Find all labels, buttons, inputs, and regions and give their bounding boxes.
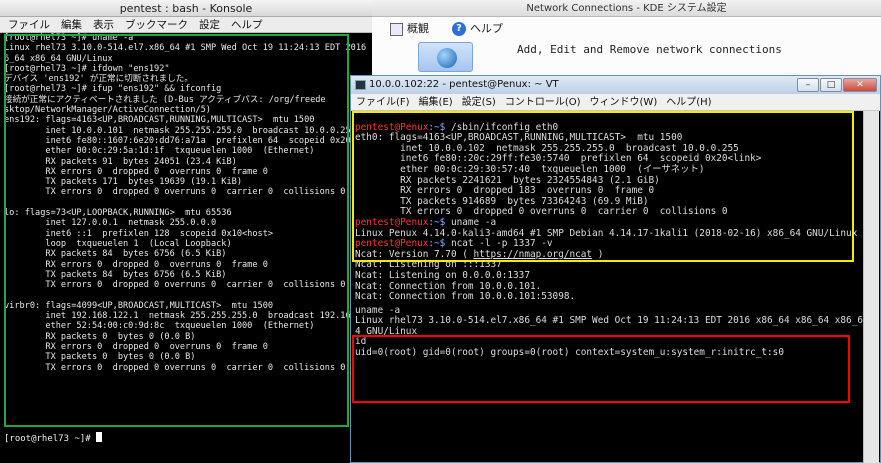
help-icon: ? [452,22,466,36]
network-category-item[interactable] [418,42,473,72]
terminal-app-icon [355,80,366,90]
vt-menu-item-2[interactable]: 設定(S) [462,97,496,108]
ncat-line: Ncat: Listening on 0.0.0.0:1337 [355,269,530,281]
minimize-button[interactable]: – [797,78,819,92]
help-button[interactable]: ? ヘルプ [452,20,503,38]
kde-page-heading: Add, Edit and Remove network connections [517,43,782,56]
ncat-line: Ncat: Connection from 10.0.0.101:53098. [355,291,576,303]
konsole-window[interactable]: pentest : bash - Konsole ファイル 編集 表示 ブックマーク設… [0,0,372,463]
green-highlight-box [4,34,349,427]
vt-menubar: ファイル(F) 編集(E) 設定(S) コントロール(O) ウィンドウ(W) ヘルプ(H) [351,94,880,111]
vt-menu-item-1[interactable]: 編集(E) [419,97,453,108]
overview-button[interactable]: 概観 [390,20,429,38]
konsole-prompt-line[interactable]: [root@rhel73 ~]# [4,432,103,444]
konsole-menubar: ファイル 編集 表示 ブックマーク 設定 ヘルプ [0,17,372,33]
text-cursor [96,432,103,442]
konsole-menu-item-0[interactable]: ファイル [8,19,50,31]
konsole-menu-item-3[interactable]: ブックマーク [125,19,188,31]
overview-icon [390,22,403,36]
vt-title-text: 10.0.0.102:22 - pentest@Penux: ~ VT [369,79,559,90]
network-globe-icon [437,48,457,68]
konsole-menu-item-4[interactable]: 設定 [199,19,220,31]
konsole-menu-item-2[interactable]: 表示 [93,19,114,31]
konsole-title: pentest : bash - Konsole [0,0,372,17]
konsole-menu-item-1[interactable]: 編集 [61,19,82,31]
vt-titlebar: 10.0.0.102:22 - pentest@Penux: ~ VT – □ … [351,76,880,94]
vt-menu-item-0[interactable]: ファイル(F) [356,97,410,108]
maximize-button[interactable]: □ [820,78,842,92]
konsole-prompt: [root@rhel73 ~]# [4,434,97,444]
kde-toolbar: 概観 ? ヘルプ [372,17,881,39]
vt-menu-item-5[interactable]: ヘルプ(H) [666,97,711,108]
yellow-highlight-box [352,111,854,262]
red-highlight-box [352,335,850,403]
shell-line: Linux rhel73 3.10.0-514.el7.x86_64 #1 SM… [355,315,863,327]
vt-window[interactable]: 10.0.0.102:22 - pentest@Penux: ~ VT – □ … [350,75,881,463]
help-label: ヘルプ [470,22,503,35]
vt-scrollbar[interactable] [863,111,879,463]
konsole-menu-item-5[interactable]: ヘルプ [231,19,263,31]
close-button[interactable]: ✕ [843,78,877,92]
vt-menu-item-4[interactable]: ウィンドウ(W) [590,97,658,108]
overview-label: 概観 [407,22,429,35]
kde-window-title: Network Connections - KDE システム設定 [372,0,881,17]
ncat-output: Ncat: Listening on :::1337 Ncat: Listenin… [355,260,877,302]
vt-menu-item-3[interactable]: コントロール(O) [505,97,581,108]
kde-settings-window: Network Connections - KDE システム設定 概観 ? ヘル… [372,0,881,75]
